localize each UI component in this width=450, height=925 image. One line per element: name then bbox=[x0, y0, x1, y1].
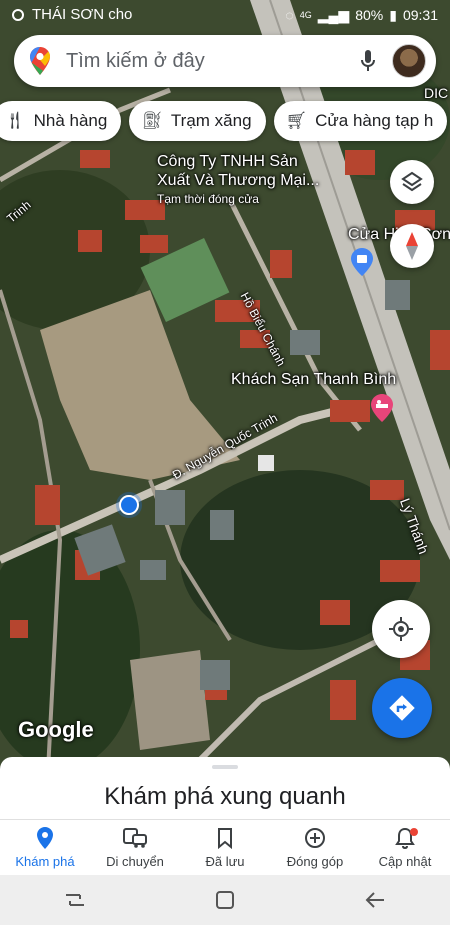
chip-gas-stations[interactable]: ⛽︎ Trạm xăng bbox=[129, 101, 266, 141]
google-logo: Google bbox=[18, 717, 94, 742]
hotel-place-label[interactable]: Khách Sạn Thanh Bình bbox=[231, 371, 396, 389]
nav-saved[interactable]: Đã lưu bbox=[180, 820, 270, 875]
nav-updates[interactable]: Cập nhật bbox=[360, 820, 450, 875]
chip-restaurants[interactable]: 🍴︎ Nhà hàng bbox=[0, 101, 122, 141]
bottom-navigation: Khám phá Di chuyển Đã lưu Đóng góp Cập n… bbox=[0, 819, 450, 875]
home-icon bbox=[216, 891, 234, 909]
explore-icon bbox=[36, 826, 54, 850]
store-pin-icon[interactable] bbox=[351, 248, 373, 276]
directions-button[interactable] bbox=[372, 678, 432, 738]
company-status: Tạm thời đóng cửa bbox=[157, 192, 259, 206]
recents-button[interactable] bbox=[55, 880, 95, 920]
battery-level: 80% bbox=[355, 7, 384, 23]
nav-label: Cập nhật bbox=[378, 854, 432, 869]
crosshair-icon bbox=[389, 617, 413, 641]
back-icon bbox=[365, 892, 384, 908]
search-bar[interactable]: Tìm kiếm ở đây bbox=[14, 35, 436, 87]
system-navigation-bar bbox=[0, 875, 450, 925]
category-chips: 🍴︎ Nhà hàng ⛽︎ Trạm xăng 🛒︎ Cửa hàng tạp… bbox=[0, 101, 448, 141]
layers-button[interactable] bbox=[390, 160, 434, 204]
nav-commute[interactable]: Di chuyển bbox=[90, 820, 180, 875]
gas-station-icon: ⛽︎ bbox=[141, 111, 163, 130]
nav-label: Khám phá bbox=[15, 854, 75, 869]
nav-explore[interactable]: Khám phá bbox=[0, 820, 90, 875]
explore-sheet[interactable]: Khám phá xung quanh bbox=[0, 757, 450, 819]
sheet-title: Khám phá xung quanh bbox=[104, 783, 346, 810]
hotel-pin-icon[interactable] bbox=[371, 394, 393, 422]
company-name-line1: Công Ty TNHH Sản bbox=[157, 153, 298, 170]
cart-icon: 🛒︎ bbox=[285, 111, 308, 130]
nav-label: Đóng góp bbox=[286, 854, 344, 869]
restaurant-icon: 🍴︎ bbox=[4, 111, 26, 130]
nav-label: Đã lưu bbox=[205, 854, 245, 869]
my-location-button[interactable] bbox=[372, 600, 430, 658]
chip-label: Cửa hàng tạp h bbox=[315, 111, 434, 130]
commute-icon bbox=[122, 826, 148, 850]
status-bar: THÁI SƠN cho ◌ 4G ▂▄▆ 80% ▮ 09:31 bbox=[0, 0, 450, 30]
signal-icon: ◌ bbox=[285, 7, 294, 23]
account-avatar[interactable] bbox=[392, 44, 426, 78]
clock: 09:31 bbox=[402, 7, 438, 23]
compass-icon bbox=[406, 232, 418, 260]
search-input[interactable]: Tìm kiếm ở đây bbox=[66, 50, 350, 73]
battery-icon: ▮ bbox=[389, 6, 397, 23]
layers-icon bbox=[401, 171, 423, 192]
company-place-label[interactable]: Công Ty TNHH Sản Xuất Và Thương Mại... T… bbox=[157, 152, 319, 209]
back-button[interactable] bbox=[355, 880, 395, 920]
maps-pin-icon bbox=[14, 35, 66, 87]
recents-icon bbox=[66, 894, 84, 906]
current-location-dot bbox=[119, 495, 139, 515]
chip-label: Trạm xăng bbox=[170, 111, 252, 130]
home-button[interactable] bbox=[205, 880, 245, 920]
saved-icon bbox=[217, 826, 233, 850]
sheet-drag-handle[interactable] bbox=[212, 765, 238, 769]
company-name-line2: Xuất Và Thương Mại... bbox=[157, 172, 320, 189]
chip-label: Nhà hàng bbox=[33, 111, 108, 130]
notification-icon bbox=[12, 9, 24, 21]
network-label: 4G bbox=[299, 10, 312, 20]
compass-button[interactable] bbox=[390, 224, 434, 268]
poi-label-dic[interactable]: DIC bbox=[424, 85, 448, 101]
contribute-icon bbox=[304, 826, 326, 850]
nav-label: Di chuyển bbox=[106, 854, 164, 869]
signal-bars-icon: ▂▄▆ bbox=[317, 6, 350, 23]
notification-text: THÁI SƠN cho bbox=[32, 6, 133, 23]
microphone-icon[interactable] bbox=[350, 35, 386, 87]
nav-contribute[interactable]: Đóng góp bbox=[270, 820, 360, 875]
directions-icon bbox=[389, 695, 415, 721]
notification-badge bbox=[410, 828, 418, 836]
chip-grocery-stores[interactable]: 🛒︎ Cửa hàng tạp h bbox=[273, 101, 448, 141]
